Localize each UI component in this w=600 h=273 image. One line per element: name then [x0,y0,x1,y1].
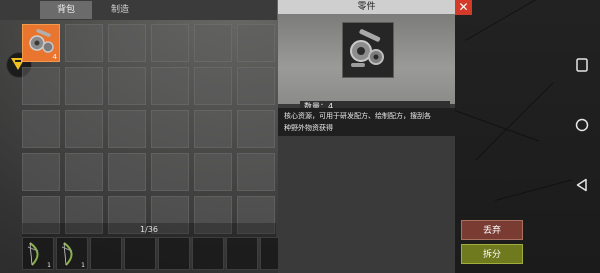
split-button[interactable]: 拆分 [461,244,523,264]
hotbar-slot[interactable] [90,237,122,270]
home-icon[interactable] [575,118,589,132]
inventory-slot[interactable] [108,67,146,105]
recent-apps-icon[interactable] [575,58,589,72]
item-detail-panel: 零件 数量：4 核心资源，可用于研发配方、绘制配方，搜刮各 种野外物资获得 [278,0,455,273]
inventory-page-count: 1/36 [22,223,276,237]
tab-backpack[interactable]: 背包 [40,1,92,19]
inventory-slot[interactable] [151,110,189,148]
tab-crafting[interactable]: 制造 [94,1,146,19]
slot-count: 1 [81,262,85,269]
inventory-slot[interactable] [22,67,60,105]
inventory-slot[interactable] [108,24,146,62]
item-description: 核心资源，可用于研发配方、绘制配方，搜刮各 种野外物资获得 [278,108,455,136]
slot-count: 1 [47,262,51,269]
inventory-slot[interactable] [237,24,275,62]
item-preview: 数量：4 [278,14,455,112]
inventory-slot[interactable] [65,153,103,191]
inventory-slot[interactable] [22,153,60,191]
item-detail-title: 零件 [278,0,455,14]
inventory-tabs: 背包 制造 [0,0,277,20]
inventory-slot[interactable] [237,110,275,148]
discard-button[interactable]: 丢弃 [461,220,523,240]
item-description-line-1: 核心资源，可用于研发配方、绘制配方，搜刮各 [284,112,431,120]
inventory-slot-selected[interactable]: 4 [22,24,60,62]
inventory-slot[interactable] [194,24,232,62]
hotbar-slot[interactable] [158,237,190,270]
inventory-slot[interactable] [194,153,232,191]
inventory-slot[interactable] [237,67,275,105]
inventory-slot[interactable] [151,67,189,105]
item-preview-frame [342,22,394,78]
hotbar-slot[interactable] [226,237,258,270]
inventory-slot[interactable] [65,110,103,148]
gear-parts-icon [350,29,384,67]
inventory-slot[interactable] [151,24,189,62]
hotbar-slot[interactable]: 1 [22,237,54,270]
inventory-grid: 4 [22,24,276,234]
inventory-slot[interactable] [22,110,60,148]
inventory-slot[interactable] [194,67,232,105]
hotbar-slot[interactable] [192,237,224,270]
close-button[interactable]: ✕ [455,0,472,15]
inventory-slot[interactable] [237,153,275,191]
inventory-slot[interactable] [65,67,103,105]
back-icon[interactable] [575,178,589,192]
hotbar-slot[interactable]: 1 [56,237,88,270]
inventory-slot[interactable] [151,153,189,191]
hotbar: 11 [22,237,292,271]
slot-count: 4 [52,53,57,61]
hotbar-slot[interactable] [124,237,156,270]
inventory-slot[interactable] [65,24,103,62]
inventory-slot[interactable] [108,153,146,191]
item-description-line-2: 种野外物资获得 [284,124,333,132]
inventory-slot[interactable] [194,110,232,148]
inventory-slot[interactable] [108,110,146,148]
